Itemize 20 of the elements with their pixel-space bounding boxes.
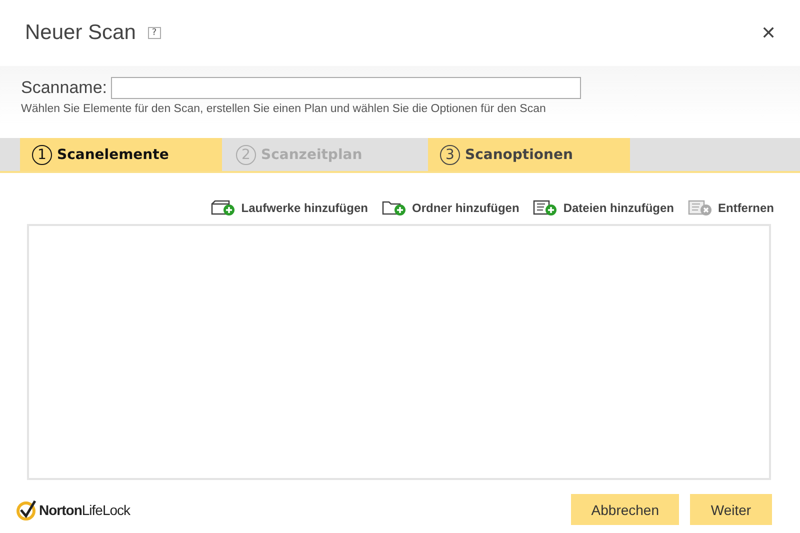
dialog-button[interactable]: Weiter xyxy=(690,494,772,525)
scanname-field[interactable] xyxy=(111,77,581,99)
step-tab[interactable]: 3 Scanoptionen xyxy=(428,138,630,171)
drive-add-icon xyxy=(211,200,236,216)
toolbar-button[interactable]: Ordner hinzufügen xyxy=(382,200,520,216)
toolbar-button[interactable]: Laufwerke hinzufügen xyxy=(211,200,368,216)
toolbar-button[interactable]: Dateien hinzufügen xyxy=(533,200,674,216)
dialog-button[interactable]: Abbrechen xyxy=(571,494,679,525)
step-tab[interactable]: 1 Scanelemente xyxy=(20,138,222,171)
folder-add-icon xyxy=(382,200,406,216)
scanname-label: Scanname: xyxy=(21,78,107,98)
file-add-icon xyxy=(533,200,558,216)
close-button[interactable]: ✕ xyxy=(761,22,776,44)
window-title: Neuer Scan xyxy=(25,21,136,45)
checkmark-logo-icon xyxy=(16,498,38,520)
hint-text: Wählen Sie Elemente für den Scan, erstellen Sie einen Plan und wählen Sie die Optionen für den Scan xyxy=(21,103,547,115)
help-button[interactable]: ? xyxy=(148,27,161,39)
remove-icon xyxy=(688,200,712,216)
scan-items-list[interactable] xyxy=(27,224,771,480)
logo-text: NortonLifeLock xyxy=(39,502,130,518)
